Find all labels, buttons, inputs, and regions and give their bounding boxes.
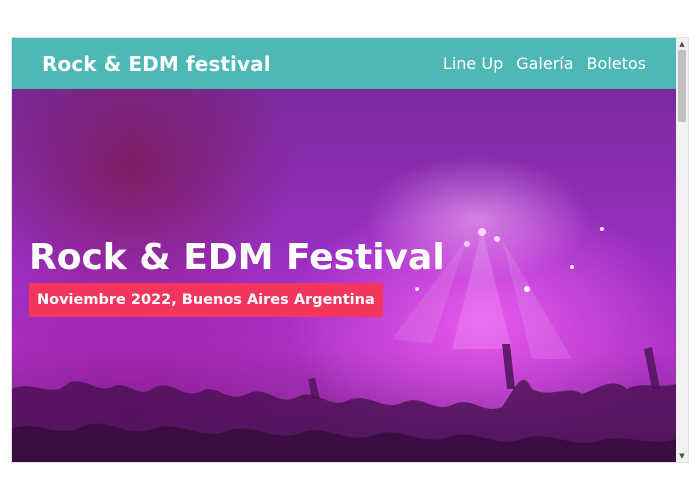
brand-logo[interactable]: Rock & EDM festival (42, 52, 271, 76)
scroll-up-arrow-icon[interactable]: ▲ (678, 40, 686, 48)
hero-title: Rock & EDM Festival (29, 237, 445, 278)
main-nav: Line Up Galería Boletos (443, 54, 646, 73)
vertical-scrollbar[interactable]: ▲ ▼ (676, 38, 688, 462)
site-header: Rock & EDM festival Line Up Galería Bole… (12, 38, 676, 89)
nav-link-boletos[interactable]: Boletos (587, 54, 646, 73)
scroll-down-arrow-icon[interactable]: ▼ (678, 452, 686, 460)
hero-subtitle-badge: Noviembre 2022, Buenos Aires Argentina (29, 283, 383, 317)
browser-viewport: Rock & EDM festival Line Up Galería Bole… (11, 37, 689, 463)
scrollbar-thumb[interactable] (678, 50, 686, 122)
nav-link-lineup[interactable]: Line Up (443, 54, 503, 73)
hero-banner: Rock & EDM Festival Noviembre 2022, Buen… (12, 89, 676, 462)
nav-link-galeria[interactable]: Galería (516, 54, 573, 73)
